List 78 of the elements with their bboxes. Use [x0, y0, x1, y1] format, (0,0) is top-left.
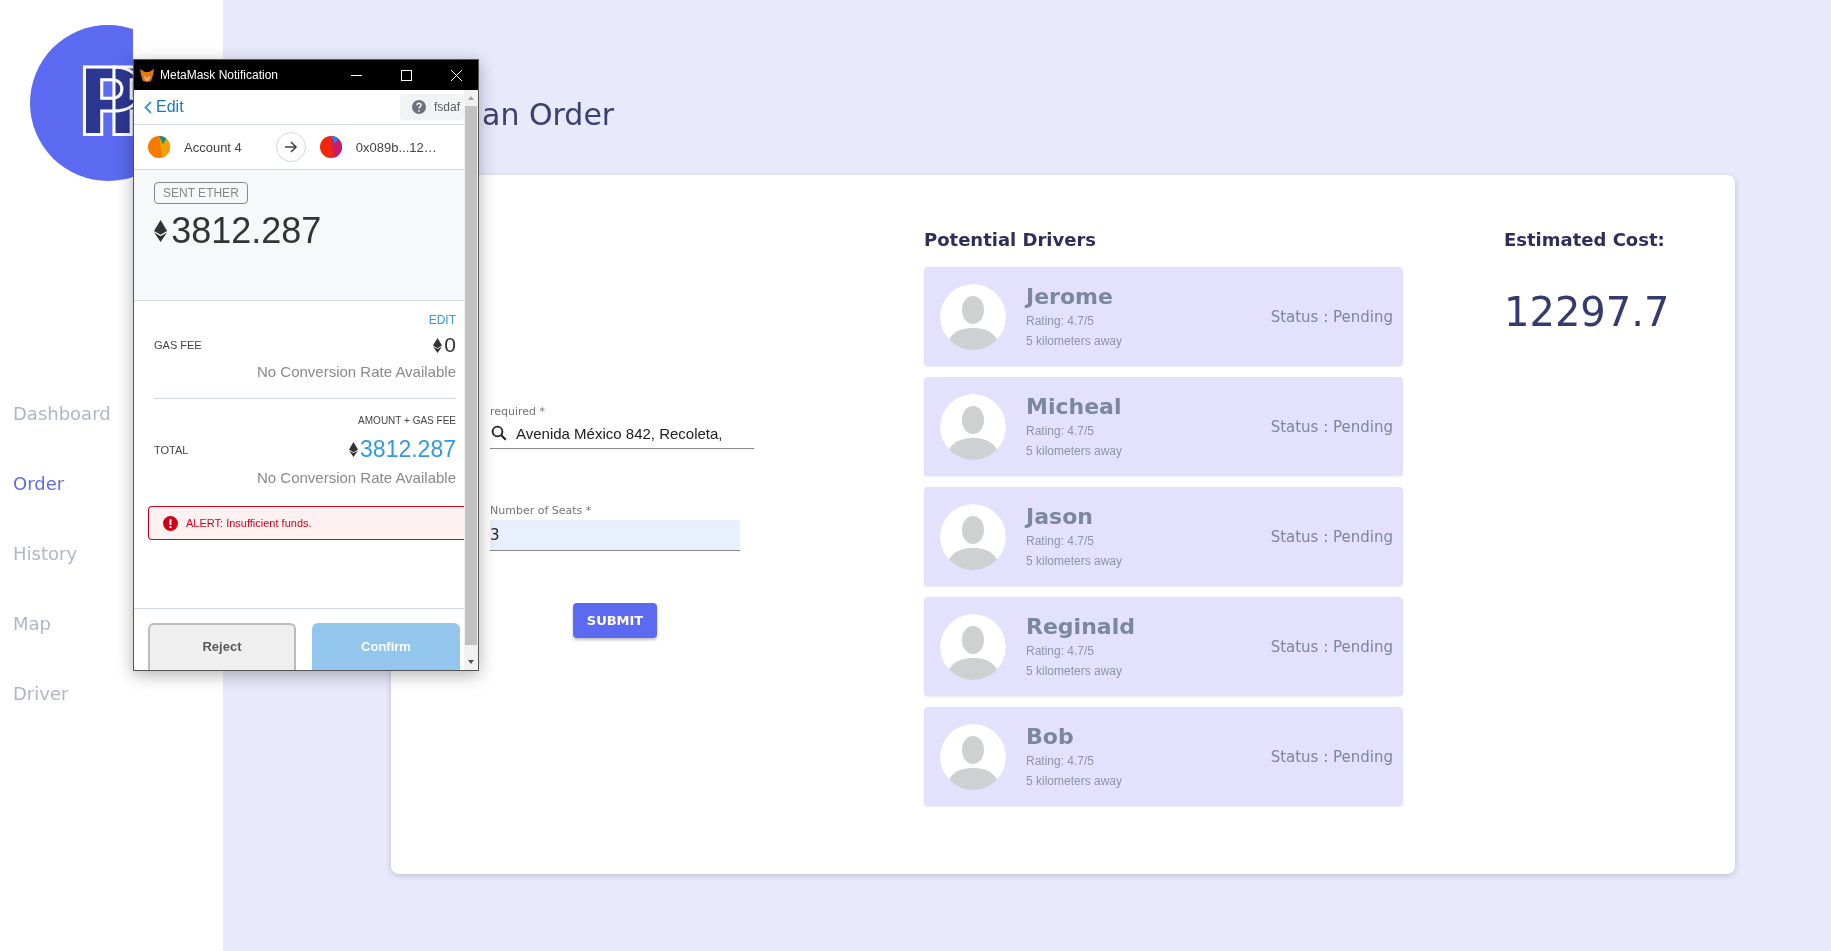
network-pill[interactable]: fsdaf: [400, 94, 464, 120]
driver-distance: 5 kilometers away: [1026, 442, 1123, 460]
section-heading: Potential Drivers: [924, 228, 1097, 252]
driver-distance: 5 kilometers away: [1026, 552, 1123, 570]
alert-text: ALERT: Insufficient funds.: [186, 517, 312, 529]
nav-link[interactable]: Dashboard: [13, 401, 111, 427]
transaction-type-badge: SENT ETHER: [154, 182, 248, 204]
account-avatar-icon: [148, 136, 170, 158]
driver-card[interactable]: Jason Rating: 4.7/5 5 kilometers away Status : Pending: [924, 487, 1403, 586]
help-icon: [412, 100, 426, 114]
logo: PP: [30, 25, 133, 181]
person-silhouette-icon: [940, 613, 1006, 680]
driver-distance: 5 kilometers away: [1026, 332, 1123, 350]
back-label: Edit: [156, 98, 184, 116]
gas-fee-label: GAS FEE: [154, 339, 202, 351]
reject-button[interactable]: Reject: [148, 623, 296, 670]
driver-name: Jerome: [1026, 282, 1113, 311]
person-silhouette-icon: [940, 723, 1006, 790]
driver-status: Status : Pending: [1270, 637, 1393, 656]
chevron-left-icon: [144, 100, 152, 114]
error-icon: [163, 515, 178, 531]
driver-status: Status : Pending: [1270, 747, 1393, 766]
window-title: MetaMask Notification: [160, 68, 280, 82]
close-icon: [450, 69, 462, 81]
nav-link[interactable]: History: [13, 541, 78, 567]
seats-field[interactable]: 3: [490, 520, 740, 551]
driver-rating: Rating: 4.7/5: [1026, 312, 1095, 330]
cost-value: 12297.7: [1504, 289, 1670, 335]
nav-link[interactable]: Driver: [13, 681, 69, 707]
sent-amount: 3812.287: [154, 210, 464, 252]
nav-link[interactable]: Map: [13, 611, 51, 637]
conversion-note: No Conversion Rate Available: [257, 469, 456, 486]
sender-account: Account 4: [184, 139, 242, 155]
driver-status: Status : Pending: [1270, 417, 1393, 436]
ether-icon: [433, 337, 443, 353]
total-label: TOTAL: [154, 443, 189, 456]
ether-icon: [154, 220, 168, 242]
driver-name: Reginald: [1026, 612, 1135, 641]
driver-status: Status : Pending: [1270, 527, 1393, 546]
driver-card[interactable]: Jerome Rating: 4.7/5 5 kilometers away Status : Pending: [924, 267, 1403, 366]
driver-name: Micheal: [1026, 392, 1122, 421]
driver-card[interactable]: Micheal Rating: 4.7/5 5 kilometers away Status : Pending: [924, 377, 1403, 476]
address-field[interactable]: Avenida México 842, Recoleta,: [516, 424, 752, 442]
person-silhouette-icon: [940, 393, 1006, 460]
nav-link[interactable]: Order: [13, 471, 65, 497]
submit-button[interactable]: SUBMIT: [573, 603, 657, 638]
driver-distance: 5 kilometers away: [1026, 772, 1123, 790]
total-value: 3812.287: [349, 436, 456, 463]
edit-link[interactable]: EDIT: [428, 313, 456, 327]
account-avatar-icon: [319, 136, 342, 158]
driver-rating: Rating: 4.7/5: [1026, 422, 1095, 440]
field-label: Number of Seats *: [490, 504, 592, 517]
field-label: required *: [490, 405, 546, 418]
section-heading: Estimated Cost:: [1504, 228, 1665, 252]
arrow-right-icon: [275, 132, 306, 162]
person-silhouette-icon: [940, 283, 1006, 350]
driver-rating: Rating: 4.7/5: [1026, 532, 1095, 550]
conversion-note: No Conversion Rate Available: [257, 363, 456, 380]
driver-rating: Rating: 4.7/5: [1026, 752, 1095, 770]
gas-fee-value: 0: [433, 333, 456, 357]
ether-icon: [349, 442, 359, 457]
page-title: an Order: [482, 97, 615, 133]
fox-icon: [140, 68, 154, 82]
back-link[interactable]: Edit: [144, 98, 184, 116]
network-name: fsdaf: [434, 100, 460, 114]
total-caption: AMOUNT + GAS FEE: [358, 415, 456, 426]
search-icon: [490, 424, 508, 442]
driver-name: Jason: [1026, 502, 1093, 531]
driver-card[interactable]: Reginald Rating: 4.7/5 5 kilometers away Status : Pending: [924, 597, 1403, 696]
person-silhouette-icon: [940, 503, 1006, 570]
recipient-address: 0x089b...12…: [355, 139, 437, 155]
maximize-icon: [400, 69, 412, 81]
driver-rating: Rating: 4.7/5: [1026, 642, 1095, 660]
driver-card[interactable]: Bob Rating: 4.7/5 5 kilometers away Status : Pending: [924, 707, 1403, 806]
driver-name: Bob: [1026, 722, 1074, 751]
scrollbar[interactable]: [464, 90, 478, 670]
driver-status: Status : Pending: [1270, 307, 1393, 326]
driver-distance: 5 kilometers away: [1026, 662, 1123, 680]
